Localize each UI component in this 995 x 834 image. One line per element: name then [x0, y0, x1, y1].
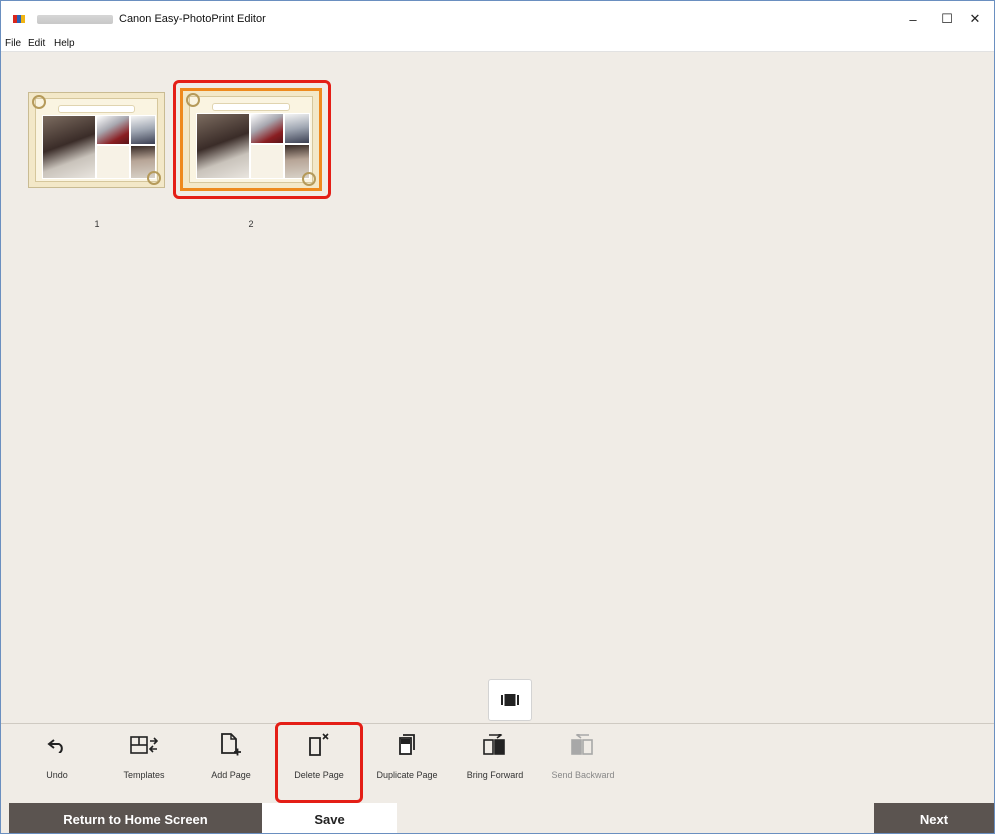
- menu-bar: File Edit Help: [1, 35, 994, 52]
- menu-file[interactable]: File: [5, 38, 21, 49]
- page-number-2: 2: [248, 219, 254, 229]
- view-toggle-button[interactable]: [488, 679, 532, 721]
- corner-ornament-icon: [186, 93, 200, 107]
- bring-forward-label: Bring Forward: [466, 770, 524, 780]
- corner-ornament-icon: [302, 172, 316, 186]
- menu-help[interactable]: Help: [54, 38, 75, 49]
- bottom-toolbar: Undo Templates Add Page Delete Page Dupl…: [1, 723, 994, 804]
- page-card: [32, 95, 161, 185]
- templates-icon: [130, 736, 158, 754]
- page-photo: [42, 115, 96, 179]
- send-backward-label: Send Backward: [551, 770, 615, 780]
- page-thumbnail-2[interactable]: [180, 88, 322, 191]
- page-thumbnail-1[interactable]: [28, 92, 165, 188]
- duplicate-page-icon: [399, 734, 415, 755]
- add-page-label: Add Page: [211, 770, 251, 780]
- duplicate-page-button[interactable]: Duplicate Page: [363, 724, 451, 804]
- page-photo: [250, 113, 284, 144]
- templates-label: Templates: [123, 770, 165, 780]
- delete-page-highlight: [275, 722, 363, 803]
- page-photo: [96, 145, 130, 179]
- send-backward-icon: [571, 734, 593, 755]
- window-title: Canon Easy-PhotoPrint Editor: [119, 13, 266, 25]
- page-photo: [196, 113, 250, 179]
- page-card: [186, 93, 316, 186]
- undo-label: Undo: [46, 770, 68, 780]
- save-button[interactable]: Save: [262, 803, 397, 833]
- close-button[interactable]: ✕: [961, 8, 989, 30]
- page-banner: [212, 103, 290, 111]
- duplicate-page-label: Duplicate Page: [376, 770, 438, 780]
- redacted-title-prefix: [37, 15, 113, 24]
- page-number-1: 1: [94, 219, 100, 229]
- menu-edit[interactable]: Edit: [28, 38, 45, 49]
- corner-ornament-icon: [147, 171, 161, 185]
- page-list-view-icon: [501, 694, 519, 706]
- title-bar: Canon Easy-PhotoPrint Editor – ☐ ✕: [1, 1, 994, 35]
- page-photo: [130, 115, 156, 145]
- maximize-button[interactable]: ☐: [933, 8, 961, 30]
- page-photo: [250, 144, 284, 179]
- send-backward-button[interactable]: Send Backward: [539, 724, 627, 804]
- return-to-home-button[interactable]: Return to Home Screen: [9, 803, 262, 833]
- bring-forward-icon: [483, 734, 505, 755]
- next-button[interactable]: Next: [874, 803, 994, 833]
- corner-ornament-icon: [32, 95, 46, 109]
- page-banner: [58, 105, 135, 113]
- minimize-button[interactable]: –: [899, 8, 927, 30]
- undo-button[interactable]: Undo: [13, 724, 101, 804]
- add-page-icon: [221, 733, 241, 756]
- templates-button[interactable]: Templates: [100, 724, 188, 804]
- app-logo-icon: [13, 15, 25, 23]
- app-window: Canon Easy-PhotoPrint Editor – ☐ ✕ File …: [0, 0, 995, 834]
- add-page-button[interactable]: Add Page: [187, 724, 275, 804]
- page-photo: [96, 115, 130, 145]
- bring-forward-button[interactable]: Bring Forward: [451, 724, 539, 804]
- bottom-bar: Return to Home Screen Save Next: [1, 803, 994, 833]
- undo-icon: [47, 739, 63, 753]
- page-photo: [284, 113, 310, 144]
